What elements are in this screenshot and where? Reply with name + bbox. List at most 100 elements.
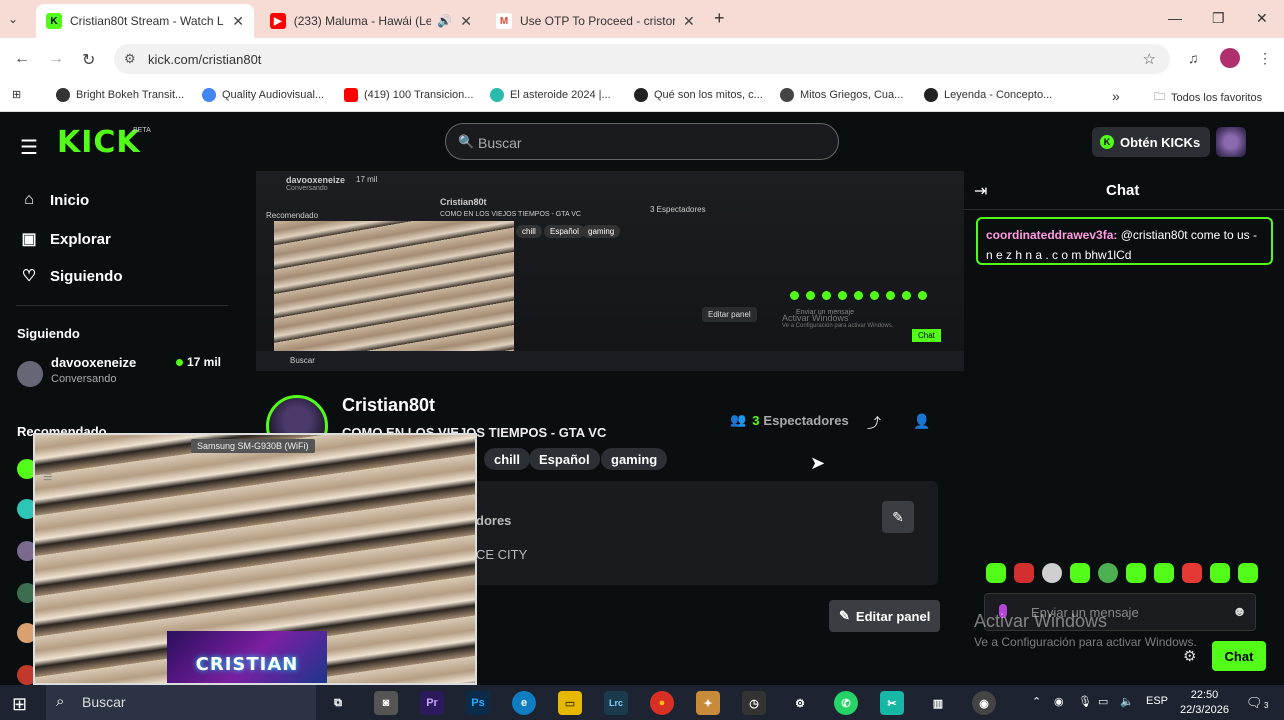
all-bookmarks-folder[interactable]: 🗀 Todos los favoritos [1154,88,1262,107]
file-explorer-icon[interactable]: ▭ [558,691,582,715]
sidebar-item-siguiendo[interactable]: ♡ Siguiendo [18,266,123,286]
url-field[interactable]: ⚙ kick.com/cristian80t ☆ [114,44,1170,74]
sidebar-item-explorar[interactable]: ▣ Explorar [18,229,110,249]
channel-name[interactable]: Cristian80t [342,395,435,416]
taskbar-search[interactable]: ⌕ Buscar [46,685,316,720]
reload-button[interactable]: ↻ [82,50,95,70]
emote-icon[interactable] [1098,563,1118,583]
tab-close-icon[interactable]: ✕ [460,13,472,30]
site-info-icon[interactable]: ⚙ [124,51,136,67]
mini-emote [790,291,799,300]
emote-icon[interactable] [1210,563,1230,583]
emote-icon[interactable] [986,563,1006,583]
back-button[interactable]: ← [14,50,30,68]
pencil-icon: ✎ [839,608,850,623]
mini-emote [886,291,895,300]
emote-icon[interactable] [1126,563,1146,583]
capcut-icon[interactable]: ✂ [880,691,904,715]
user-avatar[interactable] [1216,127,1246,157]
bookmark-item[interactable]: Quality Audiovisual... [202,88,324,102]
forward-button[interactable]: → [48,50,64,68]
speaker-icon[interactable]: 🔊 [437,14,452,28]
tag-espanol[interactable]: Español [529,448,600,470]
bookmark-favicon-icon [924,88,938,102]
get-kicks-button[interactable]: K Obtén KICKs [1092,127,1211,157]
emote-icon[interactable] [1014,563,1034,583]
settings-gear-icon[interactable]: ⚙ [788,691,812,715]
premiere-icon[interactable]: Pr [420,691,444,715]
chat-send-button[interactable]: Chat [1212,641,1266,671]
mini-tag: chill [516,225,542,238]
recording-app-icon[interactable]: ◷ [742,691,766,715]
tag-chill[interactable]: chill [484,448,531,470]
close-window-button[interactable]: ✕ [1256,10,1268,27]
menu-hamburger-icon[interactable]: ☰ [20,135,38,160]
bookmark-item[interactable]: (419) 100 Transicion... [344,88,473,102]
video-player[interactable]: davooxeneize Conversando 17 mil Recomend… [256,171,964,371]
language-indicator[interactable]: ESP [1146,695,1168,707]
restore-button[interactable]: ❐ [1212,10,1225,27]
emote-icon[interactable] [1238,563,1258,583]
chat-settings-gear-icon[interactable]: ⚙ [1183,647,1196,665]
windows-start-icon[interactable]: ⊞ [12,694,27,715]
tray-app-icon[interactable]: ◉ [1054,695,1064,708]
photoshop-icon[interactable]: Ps [466,691,490,715]
edge-icon[interactable]: e [512,691,536,715]
bookmark-star-icon[interactable]: ☆ [1143,50,1156,68]
bookmarks-bar: ⊞ Bright Bokeh Transit... Quality Audiov… [0,80,1284,112]
bookmark-item[interactable]: Qué son los mitos, c... [634,88,763,102]
chat-username[interactable]: coordinateddrawev3fa: [986,228,1117,242]
system-clock[interactable]: 22:50 22/3/2026 [1180,688,1229,718]
tab-close-icon[interactable]: ✕ [683,13,695,30]
app-icon[interactable]: ▥ [926,691,950,715]
whatsapp-icon[interactable]: ✆ [834,691,858,715]
emote-icon[interactable] [1182,563,1202,583]
obs-icon[interactable]: ◉ [972,691,996,715]
emoji-picker-icon[interactable]: ☻ [1232,603,1247,619]
apps-grid-icon[interactable]: ⊞ [12,88,21,101]
tab-gmail[interactable]: M Use OTP To Proceed - cristorres ✕ [486,4,706,38]
lightroom-icon[interactable]: Lrc [604,691,628,715]
sidebar-item-inicio[interactable]: ⌂ Inicio [18,191,89,209]
tab-close-icon[interactable]: ✕ [232,13,244,30]
kick-logo[interactable]: KICK [57,125,141,160]
bookmark-item[interactable]: Bright Bokeh Transit... [56,88,184,102]
bookmark-item[interactable]: El asteroide 2024 |... [490,88,611,102]
menu-dots-icon[interactable]: ⋮ [1258,50,1272,67]
camera-app-icon[interactable]: ◙ [374,691,398,715]
chrome-icon[interactable]: ● [650,691,674,715]
edit-panel-button[interactable]: ✎ Editar panel [829,600,941,632]
collapse-chat-icon[interactable]: ⇥ [974,181,987,201]
network-icon[interactable]: ▭ [1098,695,1108,708]
more-bookmarks-icon[interactable]: » [1112,88,1120,104]
bookmark-favicon-icon [344,88,358,102]
tab-search-icon[interactable]: ⌄ [8,12,18,26]
emote-icon[interactable] [1070,563,1090,583]
edit-pencil-icon[interactable]: ✎ [882,501,914,533]
avatar[interactable] [17,361,43,387]
bookmark-item[interactable]: Leyenda - Concepto... [924,88,1052,102]
media-control-icon[interactable]: ♫ [1188,50,1199,66]
webcam-overlay[interactable]: Samsung SM-G930B (WiFi) ≡ CRISTIAN [33,433,477,685]
follow-user-icon[interactable]: 👤 [913,413,930,430]
volume-icon[interactable]: 🔈 [1120,695,1134,708]
tray-chevron-icon[interactable]: ⌃ [1032,695,1041,708]
get-kicks-label: Obtén KICKs [1120,134,1201,150]
emote-icon[interactable] [1042,563,1062,583]
tag-gaming[interactable]: gaming [601,448,668,470]
profile-avatar[interactable] [1220,48,1240,68]
notifications-icon[interactable]: 🗨 [1246,695,1263,711]
bookmark-item[interactable]: Mitos Griegos, Cua... [780,88,903,102]
share-icon[interactable]: ⤴ [867,413,881,433]
search-input[interactable]: 🔍 Buscar [445,123,839,160]
youtube-favicon-icon: ▶ [270,13,286,29]
new-tab-button[interactable]: + [714,8,725,29]
emote-icon[interactable] [1154,563,1174,583]
tab-kick-stream[interactable]: K Cristian80t Stream - Watch Live ✕ [36,4,254,38]
task-view-icon[interactable]: ⧉ [326,691,350,715]
tab-youtube[interactable]: ▶ (233) Maluma - Hawái (Letra) 🔊 ✕ [260,4,482,38]
microphone-tray-icon[interactable]: 🎙 [1078,695,1092,708]
minimize-button[interactable]: — [1168,10,1182,26]
followed-channel-name[interactable]: davooxeneize [51,355,136,370]
app-icon[interactable]: ✦ [696,691,720,715]
